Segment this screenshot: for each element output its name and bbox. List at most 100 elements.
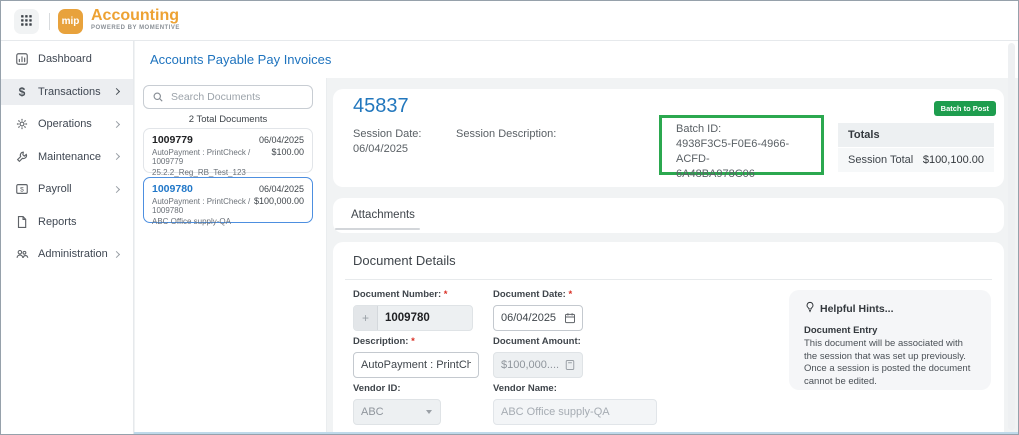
app-title: Accounting xyxy=(91,7,180,25)
required-marker: * xyxy=(411,336,415,347)
logo-text: mip xyxy=(62,16,80,27)
document-count: 2 Total Documents xyxy=(135,114,321,125)
plus-icon: + xyxy=(354,306,378,330)
sidebar-item-maintenance[interactable]: Maintenance xyxy=(1,144,133,170)
vendor-id-label: Vendor ID: xyxy=(353,383,441,394)
document-number: 1009779 xyxy=(152,134,193,146)
gear-icon xyxy=(14,117,30,131)
calendar-icon[interactable] xyxy=(564,312,576,324)
attachments-card: Attachments xyxy=(333,198,1004,233)
required-marker: * xyxy=(444,289,448,300)
app-header: mip Accounting POWERED BY MOMENTIVE xyxy=(1,1,1018,41)
sidebar-item-operations[interactable]: Operations xyxy=(1,111,133,137)
document-date: 06/04/2025 xyxy=(259,135,304,145)
required-marker: * xyxy=(568,289,572,300)
sidebar-item-dashboard[interactable]: Dashboard xyxy=(1,46,133,72)
document-number-label: Document Number: * xyxy=(353,289,473,300)
search-input[interactable] xyxy=(171,91,301,103)
dashboard-icon xyxy=(14,52,30,66)
document-amount-field: $100,000.... xyxy=(493,352,583,378)
batch-status-badge: Batch to Post xyxy=(934,101,996,116)
sidebar-item-label: Dashboard xyxy=(38,53,92,65)
chevron-right-icon xyxy=(113,185,120,192)
payroll-icon: $ xyxy=(14,182,30,196)
description-label: Description: * xyxy=(353,336,479,347)
sidebar: Dashboard $ Transactions Operations Main… xyxy=(1,41,134,434)
document-number: 1009780 xyxy=(152,183,193,195)
batch-id-value: 4938F3C5-F0E6-4966-ACFD- xyxy=(676,137,821,167)
page-title-bar: Accounts Payable Pay Invoices xyxy=(135,41,1018,78)
description-field[interactable] xyxy=(353,352,479,378)
dollar-icon: $ xyxy=(14,86,30,98)
session-total-value: $100,100.00 xyxy=(923,154,984,166)
app-window: mip Accounting POWERED BY MOMENTIVE Dash… xyxy=(0,0,1019,435)
chevron-right-icon xyxy=(113,250,120,257)
document-list-item-selected[interactable]: 1009780 06/04/2025 AutoPayment : PrintCh… xyxy=(143,177,313,223)
sidebar-item-label: Transactions xyxy=(38,86,101,98)
batch-id-label: Batch ID: xyxy=(676,122,821,137)
document-note: ABC Office supply-QA xyxy=(152,217,304,226)
totals-header: Totals xyxy=(838,123,994,147)
mip-logo: mip xyxy=(58,9,83,34)
wrench-icon xyxy=(14,150,30,164)
sidebar-item-label: Maintenance xyxy=(38,151,101,163)
session-id: 45837 xyxy=(353,95,409,118)
tab-attachments[interactable]: Attachments xyxy=(351,198,415,231)
helpful-hints-panel: Helpful Hints... Document Entry This doc… xyxy=(789,290,991,390)
document-description: AutoPayment : PrintCheck / 1009779 xyxy=(152,148,271,166)
tab-indicator xyxy=(335,228,420,230)
document-date: 06/04/2025 xyxy=(259,184,304,194)
document-date-input[interactable] xyxy=(494,312,564,324)
report-icon xyxy=(14,215,30,229)
document-amount: $100.00 xyxy=(271,147,304,157)
document-list-panel: 2 Total Documents 1009779 06/04/2025 Aut… xyxy=(135,78,327,434)
document-number-field: + 1009780 xyxy=(353,305,473,331)
document-amount: $100,000.00 xyxy=(254,196,304,206)
sidebar-item-payroll[interactable]: $ Payroll xyxy=(1,176,133,202)
vendor-name-label: Vendor Name: xyxy=(493,383,657,394)
chevron-right-icon xyxy=(113,88,120,95)
vendor-id-select: ABC xyxy=(353,399,441,425)
calculator-icon xyxy=(564,359,576,371)
document-date-field[interactable] xyxy=(493,305,583,331)
chevron-right-icon xyxy=(113,120,120,127)
totals-row: Session Total $100,100.00 xyxy=(838,148,994,172)
scrollbar[interactable] xyxy=(1008,43,1015,430)
document-description: AutoPayment : PrintCheck / 1009780 xyxy=(152,197,254,215)
session-date-value: 06/04/2025 xyxy=(353,142,421,157)
document-details-card: Document Details Document Number: * + 10… xyxy=(333,242,1004,435)
people-icon xyxy=(14,247,30,261)
session-card: 45837 Session Date: 06/04/2025 Session D… xyxy=(333,89,1004,187)
page-title: Accounts Payable Pay Invoices xyxy=(150,41,331,78)
document-amount-label: Document Amount: xyxy=(493,336,583,347)
description-input[interactable] xyxy=(354,359,478,371)
sidebar-item-transactions[interactable]: $ Transactions xyxy=(1,79,133,105)
svg-text:$: $ xyxy=(20,186,24,193)
vendor-name-field: ABC Office supply-QA xyxy=(493,399,657,425)
section-divider xyxy=(345,279,992,280)
window-bottom-edge xyxy=(1,432,1018,434)
document-date-label: Document Date: * xyxy=(493,289,583,300)
vendor-name-value: ABC Office supply-QA xyxy=(494,406,617,418)
session-date-label: Session Date: xyxy=(353,127,421,142)
lightbulb-icon xyxy=(804,301,816,316)
section-title: Document Details xyxy=(353,253,456,268)
search-box xyxy=(143,85,313,109)
hints-subtitle: Document Entry xyxy=(804,325,976,336)
batch-id-value: 6A48BA978C06 xyxy=(676,167,821,182)
header-divider xyxy=(49,13,50,30)
batch-id-highlight-box: Batch ID: 4938F3C5-F0E6-4966-ACFD- 6A48B… xyxy=(659,115,824,175)
app-launcher-button[interactable] xyxy=(14,9,39,34)
sidebar-item-reports[interactable]: Reports xyxy=(1,209,133,235)
document-list-item[interactable]: 1009779 06/04/2025 AutoPayment : PrintCh… xyxy=(143,128,313,173)
sidebar-item-label: Reports xyxy=(38,216,77,228)
sidebar-item-label: Operations xyxy=(38,118,92,130)
sidebar-item-label: Administration xyxy=(38,248,108,260)
totals-panel: Totals Session Total $100,100.00 xyxy=(838,123,994,172)
document-number-value: 1009780 xyxy=(378,312,437,324)
vendor-id-value: ABC xyxy=(354,406,391,418)
document-amount-value: $100,000.... xyxy=(494,359,564,371)
document-note: 25.2.2_Reg_RB_Test_123 xyxy=(152,168,304,177)
chevron-right-icon xyxy=(113,153,120,160)
sidebar-item-administration[interactable]: Administration xyxy=(1,241,133,267)
